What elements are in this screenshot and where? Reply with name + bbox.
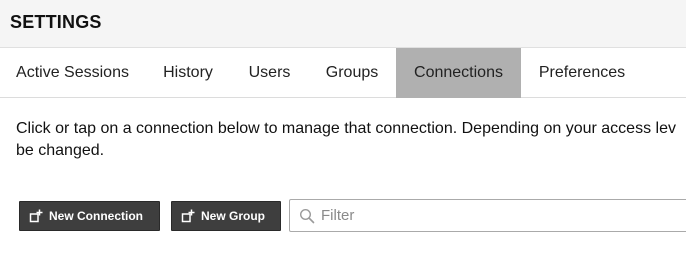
new-group-button[interactable]: New Group <box>171 201 281 231</box>
connections-toolbar: New Connection New Group <box>0 199 686 233</box>
filter-input[interactable] <box>321 207 661 224</box>
new-connection-button[interactable]: New Connection <box>19 201 160 231</box>
instructions-text: Click or tap on a connection below to ma… <box>16 118 686 162</box>
search-icon <box>299 208 315 223</box>
tab-history[interactable]: History <box>145 48 231 98</box>
tab-preferences[interactable]: Preferences <box>521 48 643 98</box>
tab-connections[interactable]: Connections <box>396 48 521 98</box>
add-group-icon <box>181 209 195 223</box>
instructions-line-2: be changed. <box>16 142 105 159</box>
page-title: SETTINGS <box>10 12 102 32</box>
settings-header: SETTINGS <box>0 0 686 48</box>
tab-users[interactable]: Users <box>231 48 308 98</box>
new-group-label: New Group <box>201 209 266 223</box>
add-connection-icon <box>29 209 43 223</box>
tab-groups[interactable]: Groups <box>308 48 396 98</box>
filter-field[interactable] <box>289 199 686 232</box>
settings-tabs: Active Sessions History Users Groups Con… <box>0 48 686 98</box>
instructions-line-1: Click or tap on a connection below to ma… <box>16 120 676 137</box>
new-connection-label: New Connection <box>49 209 144 223</box>
tab-active-sessions[interactable]: Active Sessions <box>0 48 145 98</box>
